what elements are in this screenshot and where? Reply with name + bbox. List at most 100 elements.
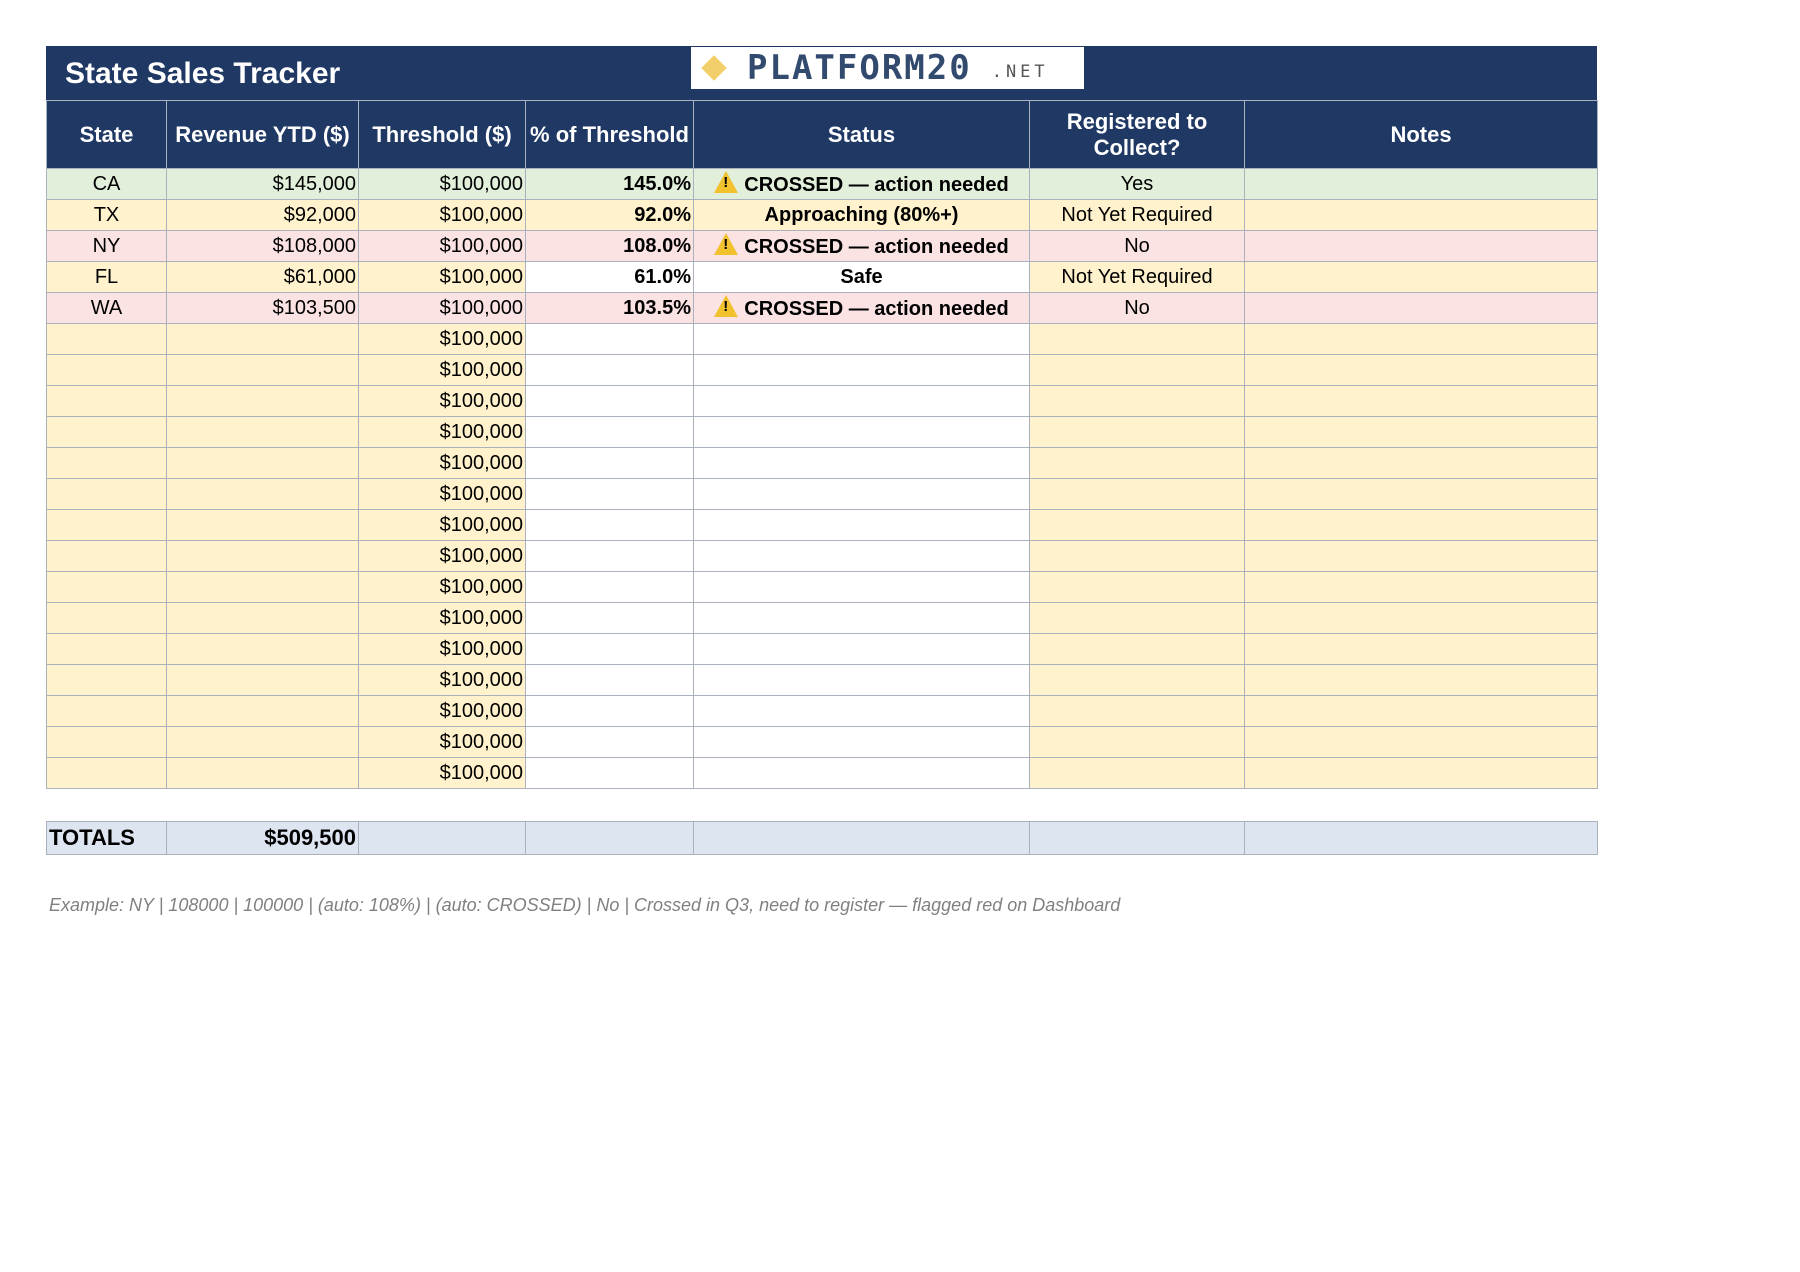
cell-registered[interactable]: No [1029,292,1245,324]
cell-revenue[interactable] [166,726,359,758]
cell-status[interactable] [693,633,1030,665]
totals-cell[interactable] [1029,821,1245,855]
cell-state[interactable] [46,695,167,727]
cell-registered[interactable] [1029,602,1245,634]
cell-threshold[interactable]: $100,000 [358,757,526,789]
cell-pct[interactable] [525,354,694,386]
cell-notes[interactable] [1244,633,1598,665]
cell-status[interactable]: CROSSED — action needed [693,230,1030,262]
cell-revenue[interactable] [166,323,359,355]
cell-registered[interactable] [1029,540,1245,572]
cell-threshold[interactable]: $100,000 [358,230,526,262]
cell-pct[interactable]: 61.0% [525,261,694,293]
cell-notes[interactable] [1244,385,1598,417]
cell-threshold[interactable]: $100,000 [358,168,526,200]
cell-registered[interactable]: No [1029,230,1245,262]
cell-threshold[interactable]: $100,000 [358,633,526,665]
cell-pct[interactable] [525,633,694,665]
cell-registered[interactable]: Yes [1029,168,1245,200]
cell-revenue[interactable] [166,509,359,541]
cell-threshold[interactable]: $100,000 [358,664,526,696]
cell-revenue[interactable]: $92,000 [166,199,359,231]
cell-status[interactable]: Approaching (80%+) [693,199,1030,231]
cell-state[interactable] [46,602,167,634]
cell-state[interactable] [46,478,167,510]
cell-registered[interactable] [1029,509,1245,541]
cell-status[interactable]: Safe [693,261,1030,293]
cell-state[interactable] [46,540,167,572]
cell-registered[interactable] [1029,385,1245,417]
totals-cell[interactable] [525,821,694,855]
cell-notes[interactable] [1244,571,1598,603]
cell-pct[interactable]: 103.5% [525,292,694,324]
cell-revenue[interactable]: $108,000 [166,230,359,262]
cell-registered[interactable] [1029,478,1245,510]
cell-pct[interactable]: 108.0% [525,230,694,262]
cell-threshold[interactable]: $100,000 [358,416,526,448]
cell-registered[interactable] [1029,416,1245,448]
cell-state[interactable]: NY [46,230,167,262]
totals-revenue[interactable]: $509,500 [166,821,359,855]
cell-revenue[interactable] [166,757,359,789]
cell-notes[interactable] [1244,509,1598,541]
cell-threshold[interactable]: $100,000 [358,447,526,479]
cell-revenue[interactable] [166,416,359,448]
cell-state[interactable] [46,323,167,355]
cell-state[interactable] [46,416,167,448]
cell-registered[interactable] [1029,757,1245,789]
cell-state[interactable] [46,664,167,696]
cell-state[interactable]: WA [46,292,167,324]
cell-pct[interactable]: 145.0% [525,168,694,200]
cell-state[interactable] [46,757,167,789]
cell-threshold[interactable]: $100,000 [358,323,526,355]
cell-registered[interactable] [1029,726,1245,758]
cell-status[interactable] [693,478,1030,510]
cell-registered[interactable]: Not Yet Required [1029,261,1245,293]
cell-pct[interactable] [525,664,694,696]
cell-state[interactable] [46,385,167,417]
cell-pct[interactable] [525,385,694,417]
cell-notes[interactable] [1244,478,1598,510]
cell-revenue[interactable] [166,695,359,727]
cell-pct[interactable] [525,540,694,572]
cell-notes[interactable] [1244,292,1598,324]
cell-threshold[interactable]: $100,000 [358,602,526,634]
cell-status[interactable] [693,571,1030,603]
cell-revenue[interactable] [166,602,359,634]
cell-registered[interactable] [1029,695,1245,727]
cell-threshold[interactable]: $100,000 [358,385,526,417]
cell-notes[interactable] [1244,757,1598,789]
cell-revenue[interactable] [166,540,359,572]
cell-registered[interactable] [1029,633,1245,665]
cell-threshold[interactable]: $100,000 [358,509,526,541]
cell-status[interactable] [693,323,1030,355]
cell-state[interactable]: FL [46,261,167,293]
cell-registered[interactable] [1029,447,1245,479]
cell-registered[interactable] [1029,354,1245,386]
totals-cell[interactable] [1244,821,1598,855]
cell-status[interactable]: CROSSED — action needed [693,292,1030,324]
cell-notes[interactable] [1244,416,1598,448]
cell-status[interactable] [693,354,1030,386]
cell-pct[interactable] [525,726,694,758]
cell-registered[interactable] [1029,664,1245,696]
cell-state[interactable]: CA [46,168,167,200]
cell-revenue[interactable]: $103,500 [166,292,359,324]
cell-notes[interactable] [1244,354,1598,386]
cell-status[interactable] [693,695,1030,727]
cell-notes[interactable] [1244,447,1598,479]
cell-pct[interactable] [525,602,694,634]
cell-status[interactable] [693,664,1030,696]
cell-revenue[interactable] [166,354,359,386]
cell-state[interactable] [46,509,167,541]
cell-notes[interactable] [1244,726,1598,758]
cell-revenue[interactable] [166,478,359,510]
cell-threshold[interactable]: $100,000 [358,571,526,603]
cell-threshold[interactable]: $100,000 [358,354,526,386]
totals-cell[interactable] [358,821,526,855]
cell-status[interactable] [693,602,1030,634]
cell-status[interactable] [693,540,1030,572]
cell-state[interactable]: TX [46,199,167,231]
cell-status[interactable] [693,447,1030,479]
cell-threshold[interactable]: $100,000 [358,261,526,293]
